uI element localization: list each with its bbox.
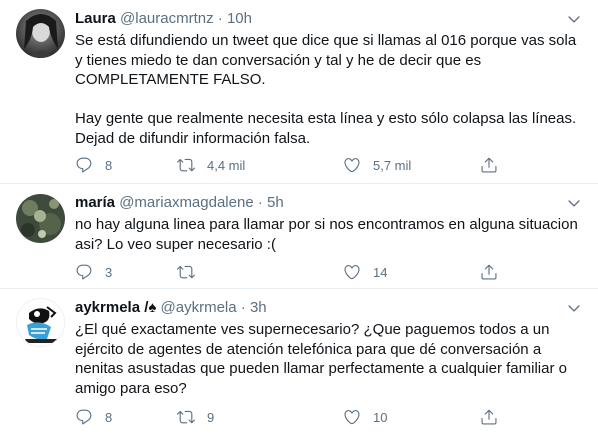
like-button[interactable]: 14 [343,262,387,282]
reply-count: 8 [105,409,113,425]
separator-dot: · [217,10,223,27]
chevron-down-icon[interactable] [566,300,582,316]
avatar[interactable] [16,9,65,58]
reply-icon [75,408,93,426]
timestamp[interactable]: 3h [250,299,267,316]
tweet-content: maría @mariaxmagdalene · 5h no hay algun… [75,193,584,254]
heart-icon [343,408,361,426]
tweet-text: Se está difundiendo un tweet que dice qu… [75,32,577,147]
tweet-header: maría @mariaxmagdalene · 5h [75,193,584,213]
avatar[interactable] [16,298,65,347]
tweet-header: Laura @lauracmrtnz · 10h [75,9,584,29]
share-button[interactable] [480,407,498,427]
retweet-count: 9 [207,409,215,425]
share-button[interactable] [480,262,498,282]
user-name[interactable]: aykrmela /♠ [75,299,156,316]
retweet-button[interactable]: 4,4 mil [177,155,245,175]
like-count: 14 [373,264,388,280]
heart-icon [343,156,361,174]
tweet-content: aykrmela /♠ @aykrmela · 3h ¿El qué exact… [75,298,584,398]
user-name[interactable]: Laura [75,10,116,27]
share-icon [480,156,498,174]
tweet-header: aykrmela /♠ @aykrmela · 3h [75,298,584,318]
chevron-down-icon[interactable] [566,11,582,27]
tweet-content: Laura @lauracmrtnz · 10h Se está difundi… [75,9,584,148]
retweet-icon [177,156,195,174]
tweet[interactable]: Laura @lauracmrtnz · 10h Se está difundi… [0,0,598,184]
share-icon [480,408,498,426]
user-handle[interactable]: @aykrmela [161,299,237,316]
timestamp[interactable]: 10h [227,10,252,27]
retweet-button[interactable] [177,262,207,282]
reply-button[interactable]: 8 [75,155,112,175]
tweet[interactable]: aykrmela /♠ @aykrmela · 3h ¿El qué exact… [0,289,598,439]
retweet-count: 4,4 mil [207,157,246,173]
tweet-actions: 3 14 [75,262,515,282]
timestamp[interactable]: 5h [267,194,284,211]
user-name[interactable]: maría [75,194,115,211]
like-button[interactable]: 5,7 mil [343,155,411,175]
separator-dot: · [240,299,246,316]
like-count: 10 [373,409,388,425]
tweet-feed: Laura @lauracmrtnz · 10h Se está difundi… [0,0,598,439]
share-icon [480,263,498,281]
reply-icon [75,156,93,174]
retweet-icon [177,263,195,281]
heart-icon [343,263,361,281]
tweet-actions: 8 4,4 mil 5,7 mil [75,155,515,175]
tweet-text: ¿El qué exactamente ves supernecesario? … [75,321,567,397]
user-handle[interactable]: @mariaxmagdalene [119,194,253,211]
reply-icon [75,263,93,281]
retweet-button[interactable]: 9 [177,407,214,427]
reply-count: 3 [105,264,113,280]
separator-dot: · [257,194,263,211]
reply-button[interactable]: 3 [75,262,112,282]
reply-count: 8 [105,157,113,173]
like-button[interactable]: 10 [343,407,387,427]
chevron-down-icon[interactable] [566,195,582,211]
user-handle[interactable]: @lauracmrtnz [120,10,214,27]
like-count: 5,7 mil [373,157,412,173]
tweet-text: no hay alguna linea para llamar por si n… [75,216,578,253]
tweet-actions: 8 9 10 [75,407,515,427]
reply-button[interactable]: 8 [75,407,112,427]
share-button[interactable] [480,155,498,175]
retweet-icon [177,408,195,426]
avatar[interactable] [16,194,65,243]
